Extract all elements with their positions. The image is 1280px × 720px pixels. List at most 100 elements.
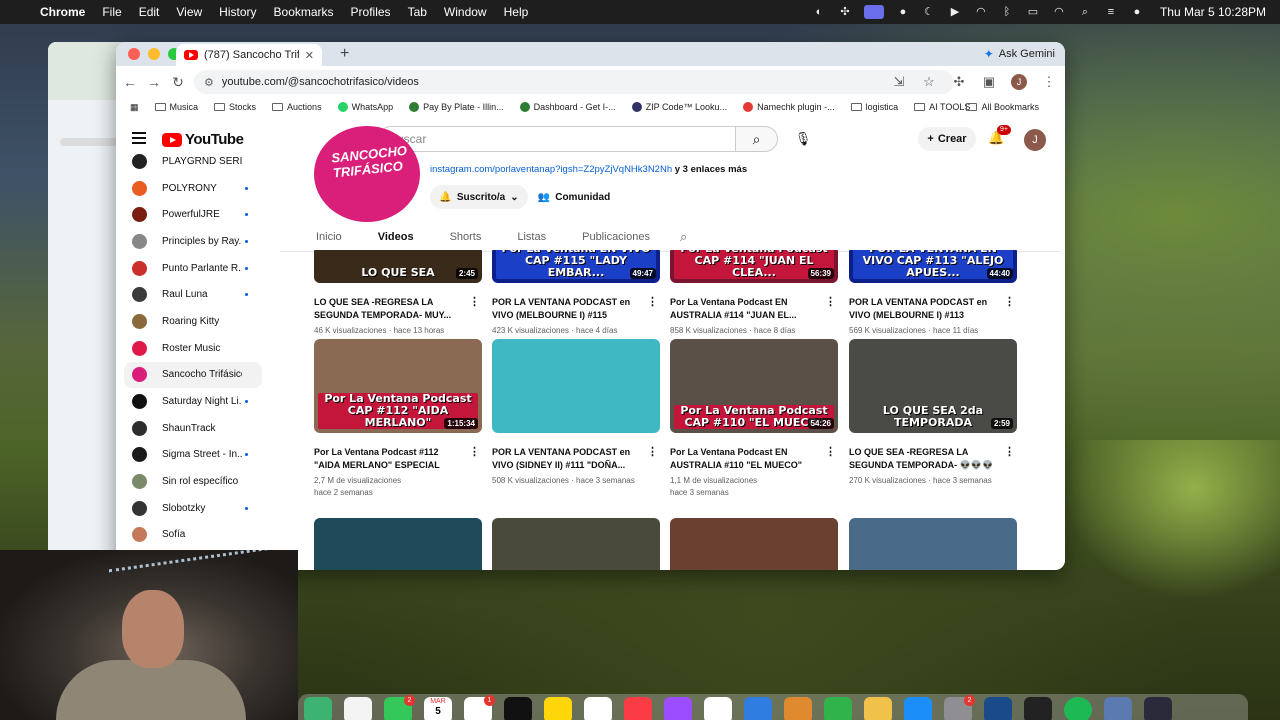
voice-search-button[interactable]: 🎙	[792, 128, 814, 150]
all-bookmarks[interactable]: All Bookmarks	[966, 98, 1039, 116]
video-thumbnail[interactable]: Por La Ventana EN VIVO CAP #115 "LADY EM…	[492, 250, 660, 283]
menu-window[interactable]: Window	[444, 5, 487, 19]
video-more-menu-icon[interactable]: ⋮	[469, 295, 480, 308]
siri-icon[interactable]: ●	[1130, 6, 1144, 18]
back-arrow-icon[interactable]: ←	[118, 74, 142, 90]
sidebar-channel[interactable]: Saturday Night Li...	[124, 388, 262, 415]
community-button[interactable]: 👥 Comunidad	[534, 185, 614, 209]
video-thumbnail[interactable]: Por La Ventana Podcast CAP #110 "EL MUEC…	[670, 339, 838, 433]
video-title[interactable]: POR LA VENTANA PODCAST en VIVO (MELBOURN…	[492, 296, 642, 322]
account-avatar[interactable]: J	[1024, 129, 1046, 151]
sidebar-channel[interactable]: Sofía	[124, 522, 262, 549]
channel-links[interactable]: instagram.com/porlaventanap?igsh=Z2pyZjV…	[430, 164, 747, 175]
numbers-icon[interactable]	[824, 697, 852, 720]
video-more-menu-icon[interactable]: ⋮	[1004, 445, 1015, 458]
freeform-icon[interactable]	[584, 697, 612, 720]
extensions-icon[interactable]: ✣	[951, 74, 967, 90]
menu-tab[interactable]: Tab	[408, 5, 427, 19]
video-more-menu-icon[interactable]: ⋮	[469, 445, 480, 458]
video-thumbnail[interactable]	[670, 518, 838, 570]
video-title[interactable]: POR LA VENTANA PODCAST en VIVO (MELBOURN…	[849, 296, 999, 322]
news-icon[interactable]	[704, 697, 732, 720]
subscribed-button[interactable]: 🔔 Suscrito/a ⌄	[430, 185, 528, 209]
search-input[interactable]: Buscar	[378, 126, 736, 152]
bookmark-folder-auctions[interactable]: Auctions	[272, 102, 322, 112]
video-title[interactable]: Por La Ventana Podcast EN AUSTRALIA #110…	[670, 446, 820, 472]
tab-listas[interactable]: Listas	[517, 222, 546, 252]
bookmark-zip-code[interactable]: ZIP Code™ Looku...	[631, 102, 727, 112]
menu-bookmarks[interactable]: Bookmarks	[274, 5, 334, 19]
pages-icon[interactable]	[784, 697, 812, 720]
video-title[interactable]: LO QUE SEA -REGRESA LA SEGUNDA TEMPORADA…	[314, 296, 464, 322]
sidebar-channel[interactable]: Sin rol específico	[124, 468, 262, 495]
sidebar-channel[interactable]: POLYRONY	[124, 175, 262, 202]
tab-inicio[interactable]: Inicio	[316, 222, 342, 252]
moon-icon[interactable]: ☾	[922, 6, 936, 18]
minimize-window-button[interactable]	[148, 48, 160, 60]
sidebar-channel[interactable]: PLAYGRND SERI...	[124, 148, 262, 175]
tab-publicaciones[interactable]: Publicaciones	[582, 222, 650, 252]
sidebar-channel[interactable]: ShaunTrack	[124, 415, 262, 442]
video-more-menu-icon[interactable]: ⋮	[825, 445, 836, 458]
video-thumbnail[interactable]	[492, 339, 660, 433]
app-store-icon[interactable]	[904, 697, 932, 720]
music-icon[interactable]	[624, 697, 652, 720]
bookmark-pay-by-plate[interactable]: Pay By Plate - Illin...	[409, 102, 504, 112]
sidebar-channel[interactable]: Punto Parlante R...	[124, 255, 262, 282]
forward-arrow-icon[interactable]: →	[142, 74, 166, 90]
video-title[interactable]: Por La Ventana Podcast EN AUSTRALIA #114…	[670, 296, 820, 322]
system-settings-icon[interactable]: 2	[944, 695, 975, 720]
bookmark-folder-ai-tools[interactable]: AI TOOLS	[914, 102, 970, 112]
extension-icon[interactable]: ✣	[838, 6, 852, 18]
video-title[interactable]: LO QUE SEA -REGRESA LA SEGUNDA TEMPORADA…	[849, 446, 999, 472]
address-bar-url[interactable]: youtube.com/@sancochotrifasico/videos	[222, 76, 419, 88]
calendar-icon[interactable]: MAR 5	[424, 697, 452, 720]
video-thumbnail[interactable]: LO QUE SEA 2da TEMPORADA 2:59	[849, 339, 1017, 433]
menu-profiles[interactable]: Profiles	[351, 5, 391, 19]
apps-grid-icon[interactable]: ▦	[130, 102, 139, 113]
display-icon[interactable]: ◐	[812, 6, 826, 18]
sidebar-channel[interactable]: Principles by Ray...	[124, 228, 262, 255]
channel-link[interactable]: instagram.com/porlaventanap?igsh=Z2pyZjV…	[430, 164, 672, 175]
channel-search-icon[interactable]: ⌕	[680, 229, 687, 245]
search-button[interactable]: ⌕	[736, 126, 778, 152]
menu-help[interactable]: Help	[504, 5, 529, 19]
create-button[interactable]: + Crear	[918, 127, 976, 151]
site-info-icon[interactable]: ⚙	[204, 76, 214, 89]
video-title[interactable]: POR LA VENTANA PODCAST en VIVO (SIDNEY I…	[492, 446, 642, 472]
apple-tv-icon[interactable]	[504, 697, 532, 720]
battery-icon[interactable]: ▭	[1026, 6, 1040, 18]
wifi-icon[interactable]: ◠	[1052, 6, 1066, 18]
menu-history[interactable]: History	[219, 5, 256, 19]
bookmark-namechk[interactable]: Namechk plugin -...	[743, 102, 835, 112]
search-icon[interactable]: ⌕	[1078, 6, 1092, 18]
podcasts-icon[interactable]	[664, 697, 692, 720]
side-panel-icon[interactable]: ▣	[981, 74, 997, 90]
profile-avatar[interactable]: J	[1011, 74, 1027, 90]
video-thumbnail[interactable]	[492, 518, 660, 570]
new-tab-button[interactable]: +	[340, 45, 349, 63]
channel-avatar[interactable]: SANCOCHO TRIFÁSICO	[314, 126, 420, 222]
address-bar[interactable]: ⚙ youtube.com/@sancochotrifasico/videos	[194, 70, 954, 94]
video-thumbnail[interactable]: LO QUE SEA 2:45	[314, 250, 482, 283]
bookmark-folder-musica[interactable]: Musica	[154, 102, 198, 112]
video-thumbnail[interactable]: Por La Ventana Podcast CAP #114 "JUAN EL…	[670, 250, 838, 283]
ask-gemini-button[interactable]: ✦ Ask Gemini	[984, 45, 1055, 63]
video-thumbnail[interactable]	[849, 518, 1017, 570]
bookmark-folder-stocks[interactable]: Stocks	[214, 102, 256, 112]
bookmark-dashboard[interactable]: Dashboard - Get I-...	[519, 102, 616, 112]
video-more-menu-icon[interactable]: ⋮	[1004, 295, 1015, 308]
menu-clock[interactable]: Thu Mar 5 10:28PM	[1160, 5, 1266, 19]
video-thumbnail[interactable]: POR LA VENTANA EN VIVO CAP #113 "ALEJO A…	[849, 250, 1017, 283]
sidebar-channel[interactable]: Raul Luna	[124, 281, 262, 308]
video-title[interactable]: Por La Ventana Podcast #112 "AIDA MERLAN…	[314, 446, 464, 472]
tab-close-icon[interactable]: ✕	[305, 49, 314, 62]
more-links[interactable]: y 3 enlaces más	[675, 164, 747, 175]
preview-icon[interactable]	[1104, 697, 1132, 720]
keynote-icon[interactable]	[744, 697, 772, 720]
notes-icon[interactable]	[544, 697, 572, 720]
notifications-button[interactable]: 🔔 9+	[988, 125, 1011, 146]
activity-monitor-icon[interactable]	[1144, 697, 1172, 720]
youtube-logo[interactable]: YouTube	[162, 131, 244, 148]
video-thumbnail[interactable]	[314, 518, 482, 570]
